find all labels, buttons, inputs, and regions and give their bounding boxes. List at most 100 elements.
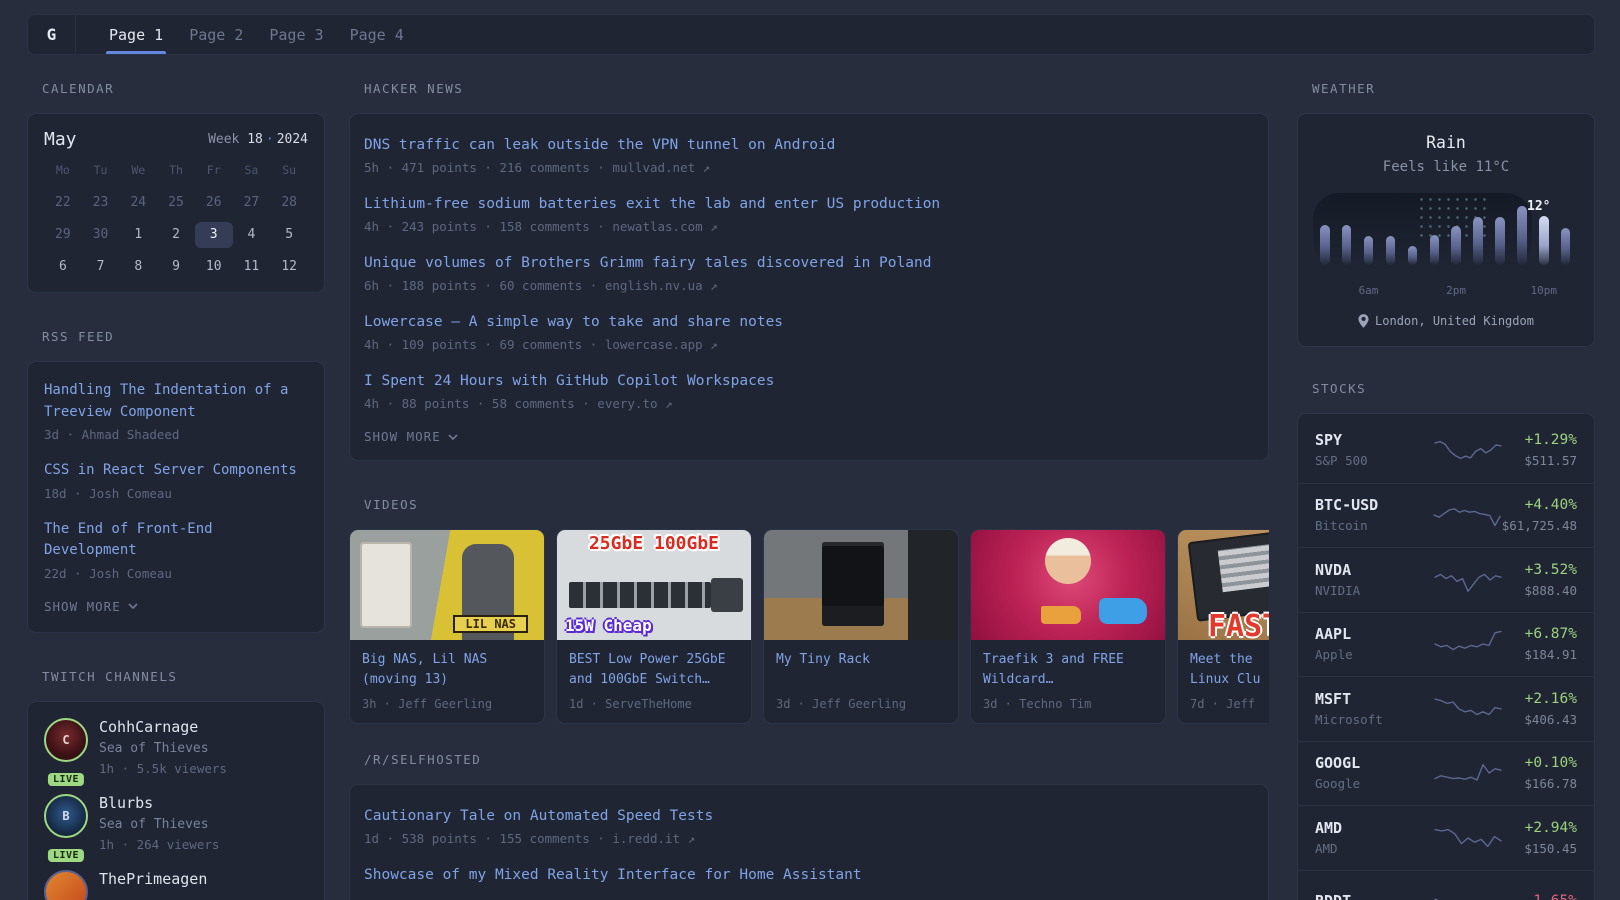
twitch-channel-row[interactable]: C LIVE CohhCarnage Sea of Thieves 1h · 5…	[44, 718, 308, 777]
page-tab-label: Page 2	[189, 26, 243, 44]
page-tab[interactable]: Page 1	[96, 15, 176, 54]
stock-change-percent: +4.40%	[1502, 496, 1577, 514]
thumbnail-text: 25GbE 100GbE	[557, 533, 751, 554]
middle-column: HACKER NEWS DNS traffic can leak outside…	[349, 81, 1269, 900]
video-title-line2[interactable]: (moving 13)	[362, 670, 532, 690]
video-thumbnail[interactable]: FAST	[1178, 530, 1269, 640]
reddit-item-title[interactable]: Showcase of my Mixed Reality Interface f…	[364, 864, 1254, 886]
video-title-line1[interactable]: My Tiny Rack	[776, 650, 946, 670]
video-title-line2[interactable]: Linux Clu	[1190, 670, 1269, 690]
calendar-day: 1	[119, 222, 157, 248]
twitch-avatar: C	[44, 718, 88, 762]
rss-item-meta: 22d · Josh Comeau	[44, 565, 308, 582]
stock-price: $184.91	[1503, 646, 1577, 663]
weather-bar	[1342, 225, 1352, 265]
video-thumbnail[interactable]	[764, 530, 958, 640]
video-card[interactable]: 25GbE 100GbE 15W Cheap BEST Low Power 25…	[556, 529, 752, 724]
twitch-channel-row[interactable]: B LIVE Blurbs Sea of Thieves 1h · 264 vi…	[44, 794, 308, 853]
thumbnail-text: 15W Cheap	[565, 616, 652, 635]
twitch-channel-name[interactable]: ThePrimeagen	[99, 870, 207, 888]
calendar-widget: May Week 18·2024 MoTuWeThFrSaSu222324252…	[27, 113, 325, 293]
hackernews-item-meta[interactable]: 4h · 109 points · 69 comments · lowercas…	[364, 336, 1254, 353]
stock-row[interactable]: AMD AMD +2.94% $150.45	[1298, 805, 1594, 870]
video-title-line1[interactable]: Meet the	[1190, 650, 1269, 670]
page-tab[interactable]: Page 3	[256, 15, 336, 54]
stock-row[interactable]: BTC-USD Bitcoin +4.40% $61,725.48	[1298, 483, 1594, 548]
calendar-day: 12	[270, 254, 308, 280]
stock-row[interactable]: GOOGL Google +0.10% $166.78	[1298, 741, 1594, 806]
video-title-line1[interactable]: Big NAS, Lil NAS	[362, 650, 532, 670]
weather-hourly-chart: 6am2pm10pm12°	[1320, 195, 1572, 283]
hackernews-item-meta[interactable]: 4h · 243 points · 158 comments · newatla…	[364, 218, 1254, 235]
reddit-item-meta[interactable]: 1d · 538 points · 155 comments · i.redd.…	[364, 830, 1254, 847]
thumbnail-art	[1045, 538, 1091, 584]
video-thumbnail[interactable]: LIL NAS	[350, 530, 544, 640]
twitch-avatar: B	[44, 794, 88, 838]
show-more-button[interactable]: SHOW MORE	[44, 599, 308, 614]
reddit-item-title[interactable]: Cautionary Tale on Automated Speed Tests	[364, 805, 1254, 827]
stock-change-percent: +2.94%	[1503, 819, 1577, 837]
rss-section-title: RSS FEED	[42, 329, 325, 345]
rss-item-title[interactable]: Handling The Indentation of a Treeview C…	[44, 380, 308, 423]
video-thumbnail[interactable]: 25GbE 100GbE 15W Cheap	[557, 530, 751, 640]
show-more-button[interactable]: SHOW MORE	[364, 429, 1254, 444]
hackernews-item-title[interactable]: Unique volumes of Brothers Grimm fairy t…	[364, 252, 1254, 274]
calendar-day: 10	[195, 254, 233, 280]
hackernews-item-title[interactable]: I Spent 24 Hours with GitHub Copilot Wor…	[364, 370, 1254, 392]
video-card[interactable]: LIL NAS Big NAS, Lil NAS (moving 13) 3h …	[349, 529, 545, 724]
app-logo[interactable]: G	[28, 15, 76, 54]
chevron-down-icon	[128, 603, 138, 609]
video-title-line2[interactable]: and 100GbE Switch…	[569, 670, 739, 690]
hackernews-item: Unique volumes of Brothers Grimm fairy t…	[364, 252, 1254, 294]
rss-widget: Handling The Indentation of a Treeview C…	[27, 361, 325, 633]
videos-carousel: LIL NAS Big NAS, Lil NAS (moving 13) 3h …	[349, 529, 1269, 724]
calendar-week-year: Week 18·2024	[208, 132, 308, 147]
twitch-widget: C LIVE CohhCarnage Sea of Thieves 1h · 5…	[27, 701, 325, 900]
stock-company-name: NVIDIA	[1315, 582, 1433, 599]
stock-row[interactable]: AAPL Apple +6.87% $184.91	[1298, 612, 1594, 677]
page-tab[interactable]: Page 4	[337, 15, 417, 54]
show-more-label: SHOW MORE	[364, 429, 441, 444]
twitch-channel-name[interactable]: Blurbs	[99, 794, 219, 812]
stock-sparkline	[1432, 498, 1502, 532]
video-title-line2[interactable]: Wildcard…	[983, 670, 1153, 690]
rss-item-title[interactable]: CSS in React Server Components	[44, 460, 308, 482]
page-tab-label: Page 1	[109, 26, 163, 44]
stock-row[interactable]: SPY S&P 500 +1.29% $511.57	[1298, 418, 1594, 483]
calendar-day: 23	[82, 190, 120, 216]
video-card[interactable]: FAST Meet the Linux Clu 7d · Jeff	[1177, 529, 1269, 724]
rss-item-title[interactable]: The End of Front-End Development	[44, 519, 308, 562]
weather-bar	[1517, 206, 1527, 265]
calendar-year: 2024	[277, 132, 308, 147]
video-card[interactable]: My Tiny Rack 3d · Jeff Geerling	[763, 529, 959, 724]
page-tab[interactable]: Page 2	[176, 15, 256, 54]
hackernews-item-meta[interactable]: 4h · 88 points · 58 comments · every.to …	[364, 395, 1254, 412]
separator-dot: ·	[263, 132, 277, 147]
hackernews-item-title[interactable]: Lithium-free sodium batteries exit the l…	[364, 193, 1254, 215]
hackernews-item-title[interactable]: DNS traffic can leak outside the VPN tun…	[364, 134, 1254, 156]
video-card[interactable]: Traefik 3 and FREE Wildcard… 3d · Techno…	[970, 529, 1166, 724]
day-of-week-label: Th	[157, 162, 195, 184]
hackernews-section-title: HACKER NEWS	[364, 81, 1269, 97]
video-title-line1[interactable]: Traefik 3 and FREE	[983, 650, 1153, 670]
calendar-day: 27	[233, 190, 271, 216]
stock-row[interactable]: RDDT -1.65%	[1298, 870, 1594, 900]
stock-change-percent: -1.65%	[1503, 892, 1577, 900]
hackernews-item-meta[interactable]: 5h · 471 points · 216 comments · mullvad…	[364, 159, 1254, 176]
stock-ticker: SPY	[1315, 431, 1433, 449]
video-title-line1[interactable]: BEST Low Power 25GbE	[569, 650, 739, 670]
video-thumbnail[interactable]	[971, 530, 1165, 640]
weather-bar	[1430, 235, 1440, 265]
stock-row[interactable]: MSFT Microsoft +2.16% $406.43	[1298, 676, 1594, 741]
hackernews-item-title[interactable]: Lowercase – A simple way to take and sha…	[364, 311, 1254, 333]
calendar-day: 25	[157, 190, 195, 216]
video-meta: 3d · Jeff Geerling	[776, 697, 946, 711]
day-of-week-label: Su	[270, 162, 308, 184]
dashboard-page: { "colors": { "accent":"#6487e0", "green…	[0, 0, 1620, 900]
twitch-channel-row[interactable]: LIVE ThePrimeagen	[44, 870, 308, 900]
left-column: CALENDAR May Week 18·2024 MoTuWeThFrSaSu…	[27, 81, 325, 900]
stock-row[interactable]: NVDA NVIDIA +3.52% $888.40	[1298, 547, 1594, 612]
twitch-channel-name[interactable]: CohhCarnage	[99, 718, 227, 736]
calendar-grid: MoTuWeThFrSaSu22232425262728293012345678…	[44, 162, 308, 280]
hackernews-item-meta[interactable]: 6h · 188 points · 60 comments · english.…	[364, 277, 1254, 294]
